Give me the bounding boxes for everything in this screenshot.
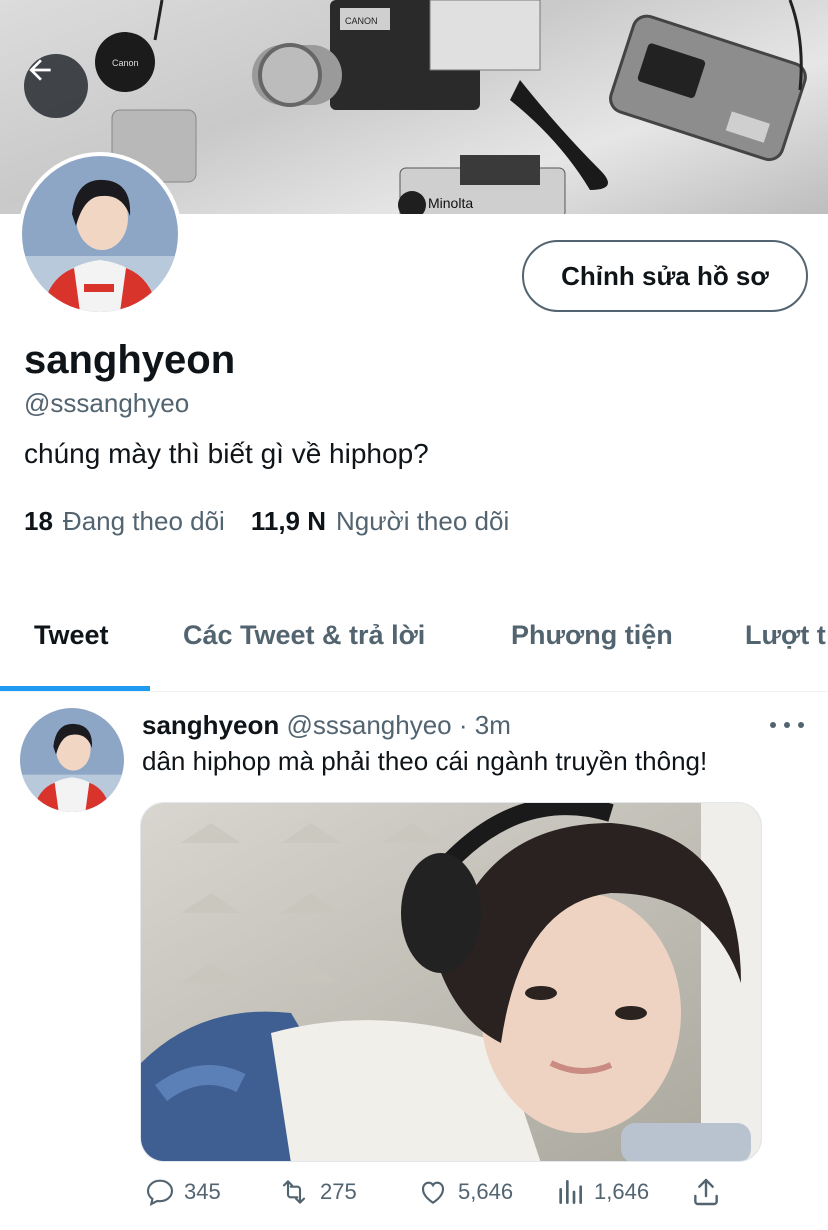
banner-brand-text-2: Minolta: [428, 195, 473, 211]
back-button[interactable]: [24, 54, 88, 118]
share-icon: [694, 1178, 718, 1206]
tweet-timestamp[interactable]: 3m: [475, 710, 511, 740]
followers-stat[interactable]: 11,9 N Người theo dõi: [251, 506, 509, 537]
profile-avatar[interactable]: [18, 152, 182, 316]
tweet-author-name[interactable]: sanghyeon: [142, 710, 279, 740]
reply-count: 345: [184, 1179, 221, 1204]
like-count: 5,646: [458, 1179, 514, 1204]
tweet-photo: [141, 803, 761, 1161]
following-label: Đang theo dõi: [62, 506, 225, 536]
tab-tweets-replies[interactable]: Các Tweet & trả lời: [183, 620, 425, 651]
tweet-media-image[interactable]: [140, 802, 762, 1162]
profile-avatar-image: [22, 156, 178, 312]
profile-handle: @sssanghyeo: [24, 388, 190, 418]
tweet-text: dân hiphop mà phải theo cái ngành truyền…: [142, 746, 708, 776]
tab-likes[interactable]: Lượt t: [745, 620, 826, 651]
retweet-count: 275: [320, 1179, 357, 1204]
tweet-header: sanghyeon @sssanghyeo · 3m: [142, 710, 511, 741]
following-count: 18: [24, 506, 53, 536]
tweet-author-handle[interactable]: @sssanghyeo: [286, 710, 451, 740]
views-button[interactable]: 1,646: [554, 1176, 649, 1208]
edit-profile-button[interactable]: Chỉnh sửa hồ sơ: [522, 240, 808, 312]
following-stat[interactable]: 18 Đang theo dõi: [24, 506, 225, 537]
followers-label: Người theo dõi: [336, 506, 510, 536]
like-button[interactable]: 5,646: [416, 1176, 513, 1208]
heart-icon: [421, 1181, 445, 1204]
profile-bio: chúng mày thì biết gì về hiphop?: [24, 438, 429, 469]
banner-brand-text-3: CANON: [345, 16, 378, 26]
retweet-icon: [282, 1180, 306, 1204]
banner-brand-text-1: Canon: [112, 58, 139, 68]
reply-icon: [146, 1179, 174, 1206]
share-button[interactable]: [690, 1176, 730, 1208]
followers-count: 11,9 N: [250, 506, 326, 536]
tweet-actions: 345 275 5,646 1,646: [140, 1176, 780, 1216]
active-tab-indicator: [0, 686, 150, 691]
profile-display-name: sanghyeon: [24, 338, 236, 382]
retweet-button[interactable]: 275: [276, 1176, 357, 1208]
views-count: 1,646: [594, 1179, 650, 1204]
tweet-meta-separator: ·: [458, 710, 468, 740]
reply-button[interactable]: 345: [144, 1176, 221, 1208]
tab-tweets[interactable]: Tweet: [34, 620, 109, 651]
profile-tabs: Tweet Các Tweet & trả lời Phương tiện Lư…: [0, 592, 828, 692]
tab-media[interactable]: Phương tiện: [511, 620, 673, 651]
more-horizontal-icon[interactable]: [770, 712, 804, 738]
tweet-avatar-image: [20, 708, 124, 812]
views-icon: [559, 1180, 582, 1204]
profile-stats: 18 Đang theo dõi 11,9 N Người theo dõi: [24, 506, 509, 537]
arrow-left-icon: [29, 59, 51, 81]
tweet-author-avatar[interactable]: [20, 708, 124, 812]
